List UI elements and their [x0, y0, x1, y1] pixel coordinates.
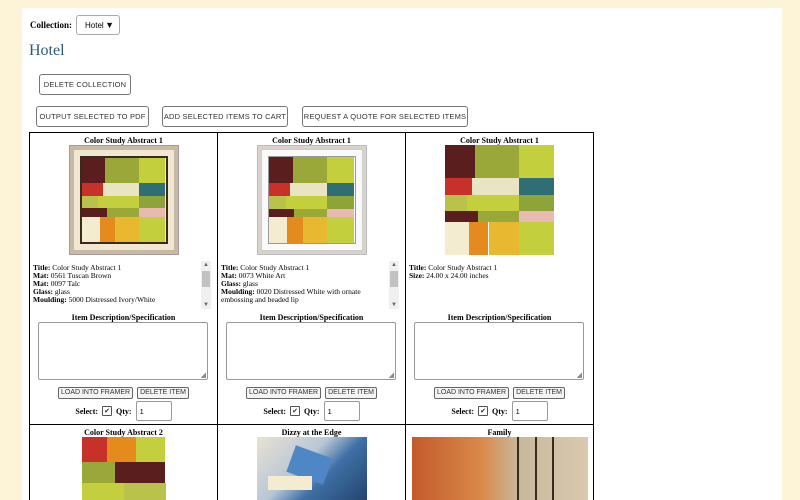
item-image[interactable]	[81, 437, 166, 500]
artwork-abstract	[81, 437, 166, 500]
add-to-cart-button[interactable]: ADD SELECTED ITEMS TO CART	[162, 106, 288, 127]
scroll-up-icon[interactable]: ▲	[201, 261, 211, 269]
item-card: Color Study Abstract 1 Title: Color Stud…	[30, 133, 218, 425]
item-card: Color Study Abstract 1 Title: Color Stud…	[218, 133, 406, 425]
item-description-textarea[interactable]: ◢	[38, 322, 208, 380]
resize-handle-icon[interactable]: ◢	[389, 371, 394, 379]
item-specs: Title: Color Study Abstract 1 Size: 24.0…	[409, 264, 498, 280]
qty-label: Qty:	[116, 406, 132, 416]
item-description-label: Item Description/Specification	[447, 313, 552, 322]
item-image[interactable]	[256, 145, 367, 255]
item-specs: Title: Color Study Abstract 1 Mat: 0561 …	[33, 264, 156, 304]
content-panel: Collection: Hotel ▼ Hotel DELETE COLLECT…	[22, 8, 782, 500]
qty-label: Qty:	[492, 406, 508, 416]
collection-select-value: Hotel	[85, 20, 104, 30]
qty-input[interactable]: 1	[135, 401, 172, 421]
collection-select[interactable]: Hotel ▼	[76, 15, 120, 35]
items-grid: Color Study Abstract 1 Title: Color Stud…	[29, 132, 594, 500]
item-description-textarea[interactable]: ◢	[414, 322, 584, 380]
qty-input[interactable]: 1	[323, 401, 360, 421]
scroll-thumb[interactable]	[390, 271, 398, 287]
select-checkbox[interactable]: ✔	[290, 406, 301, 416]
select-label: Select:	[263, 406, 287, 416]
load-into-framer-button[interactable]: LOAD INTO FRAMER	[433, 387, 510, 399]
item-card: Color Study Abstract 1 Title: Color Stud…	[406, 133, 594, 425]
item-card: Family	[406, 425, 594, 500]
load-into-framer-button[interactable]: LOAD INTO FRAMER	[245, 387, 322, 399]
artwork-abstract	[444, 145, 555, 255]
chevron-down-icon: ▼	[105, 20, 114, 30]
artwork-landscape	[256, 437, 367, 500]
select-label: Select:	[451, 406, 475, 416]
artwork-abstract	[81, 158, 166, 242]
delete-item-button[interactable]: DELETE ITEM	[513, 387, 565, 399]
page-title: Hotel	[29, 42, 65, 59]
item-image[interactable]	[68, 145, 179, 255]
artwork-abstract	[268, 157, 355, 243]
item-image[interactable]	[444, 145, 555, 255]
specs-scrollbar[interactable]: ▲ ▼	[389, 261, 399, 309]
select-checkbox[interactable]: ✔	[478, 406, 489, 416]
item-description-label: Item Description/Specification	[259, 313, 364, 322]
specs-scrollbar[interactable]: ▲ ▼	[201, 261, 211, 309]
scroll-down-icon[interactable]: ▼	[389, 301, 399, 309]
item-card: Dizzy at the Edge	[218, 425, 406, 500]
item-image[interactable]	[411, 437, 588, 500]
item-image[interactable]	[256, 437, 367, 500]
resize-handle-icon[interactable]: ◢	[201, 371, 206, 379]
item-description-textarea[interactable]: ◢	[226, 322, 396, 380]
delete-item-button[interactable]: DELETE ITEM	[325, 387, 377, 399]
scroll-down-icon[interactable]: ▼	[201, 301, 211, 309]
delete-item-button[interactable]: DELETE ITEM	[137, 387, 189, 399]
output-pdf-button[interactable]: OUTPUT SELECTED TO PDF	[36, 106, 149, 127]
qty-label: Qty:	[304, 406, 320, 416]
scroll-up-icon[interactable]: ▲	[389, 261, 399, 269]
select-checkbox[interactable]: ✔	[102, 406, 113, 416]
item-card: Color Study Abstract 2	[30, 425, 218, 500]
select-label: Select:	[75, 406, 99, 416]
request-quote-button[interactable]: REQUEST A QUOTE FOR SELECTED ITEMS	[302, 106, 468, 127]
load-into-framer-button[interactable]: LOAD INTO FRAMER	[57, 387, 134, 399]
resize-handle-icon[interactable]: ◢	[577, 371, 582, 379]
item-specs: Title: Color Study Abstract 1 Mat: 0073 …	[221, 264, 361, 304]
scroll-thumb[interactable]	[202, 271, 210, 287]
collection-label: Collection:	[30, 20, 72, 30]
qty-input[interactable]: 1	[511, 401, 548, 421]
item-description-label: Item Description/Specification	[71, 313, 176, 322]
collection-row: Collection: Hotel ▼	[30, 15, 120, 35]
delete-collection-button[interactable]: DELETE COLLECTION	[39, 74, 131, 95]
artwork-trees	[411, 437, 588, 500]
